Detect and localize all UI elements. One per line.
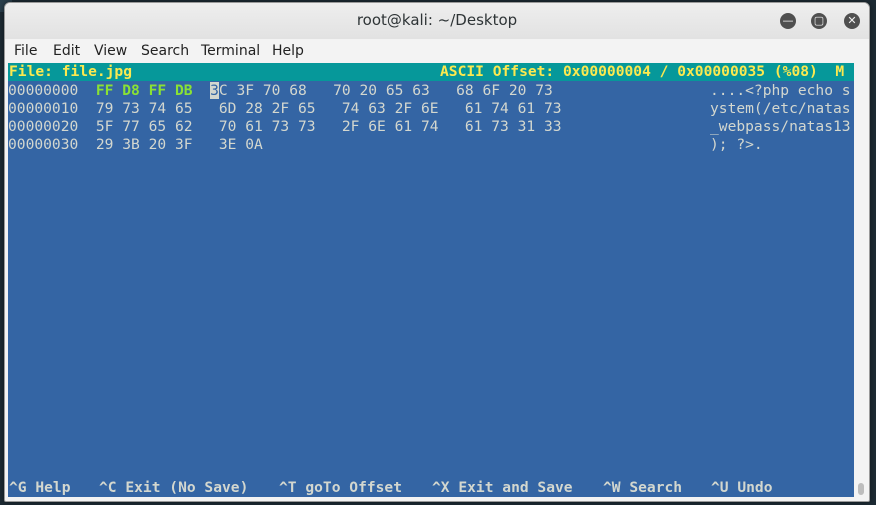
file-name-label: File: file.jpg [9,63,133,80]
shortcut-bar: ^G Help ^C Exit (No Save) ^T goTo Offset… [8,479,854,497]
modified-bytes: FF D8 FF DB [95,82,193,99]
menu-edit[interactable]: Edit [53,43,80,59]
row-bytes: C 3F 70 68 70 20 65 63 68 6F 20 73 [218,82,553,99]
menu-view[interactable]: View [94,43,127,59]
row-bytes: 29 3B 20 3F 3E 0A [95,136,263,153]
row-ascii: _webpass/natas13 [710,118,851,135]
hex-row[interactable]: 00000020 5F 77 65 62 70 61 73 73 2F 6E 6… [8,118,562,136]
shortcut-search: ^W Search [603,479,683,496]
row-address: 00000030 [8,136,79,153]
maximize-icon[interactable]: ▢ [811,13,827,29]
terminal-area[interactable]: File: file.jpg ASCII Offset: 0x00000004 … [8,63,854,497]
row-address: 00000010 [8,100,79,117]
row-bytes: 5F 77 65 62 70 61 73 73 2F 6E 61 74 61 7… [95,118,562,135]
menu-terminal[interactable]: Terminal [201,43,260,59]
shortcut-exit-no-save: ^C Exit (No Save) [99,479,249,496]
text-cursor: 3 [210,82,219,99]
row-bytes: 79 73 74 65 6D 28 2F 65 74 63 2F 6E 61 7… [95,100,562,117]
hex-row[interactable]: 00000010 79 73 74 65 6D 28 2F 65 74 63 2… [8,100,562,118]
window-title: root@kali: ~/Desktop [356,11,518,29]
hexedit-status-bar: File: file.jpg ASCII Offset: 0x00000004 … [8,63,854,81]
row-address: 00000000 [8,82,79,99]
minimize-icon[interactable]: — [780,13,796,29]
menu-help[interactable]: Help [272,43,304,59]
hex-row[interactable]: 00000030 29 3B 20 3F 3E 0A [8,136,263,154]
shortcut-goto-offset: ^T goTo Offset [279,479,403,496]
menu-search[interactable]: Search [141,43,189,59]
row-ascii: ystem(/etc/natas [710,100,851,117]
menu-bar: File Edit View Search Terminal Help [5,39,869,63]
row-ascii: ); ?>. [710,136,763,153]
scrollbar-thumb[interactable] [858,483,864,495]
menu-file[interactable]: File [14,43,37,59]
shortcut-exit-and-save: ^X Exit and Save [432,479,573,496]
row-ascii: ....<?php echo s [710,82,851,99]
scrollbar[interactable] [854,63,869,497]
shortcut-help: ^G Help [9,479,71,496]
row-address: 00000020 [8,118,79,135]
shortcut-undo: ^U Undo [711,479,773,496]
ascii-offset-label: ASCII Offset: 0x00000004 / 0x00000035 (%… [440,63,845,80]
close-icon[interactable]: ✕ [844,13,860,29]
title-bar[interactable]: root@kali: ~/Desktop — ▢ ✕ [5,3,869,39]
hex-row[interactable]: 00000000 FF D8 FF DB 3C 3F 70 68 70 20 6… [8,82,553,100]
terminal-window: root@kali: ~/Desktop — ▢ ✕ File Edit Vie… [4,2,870,502]
